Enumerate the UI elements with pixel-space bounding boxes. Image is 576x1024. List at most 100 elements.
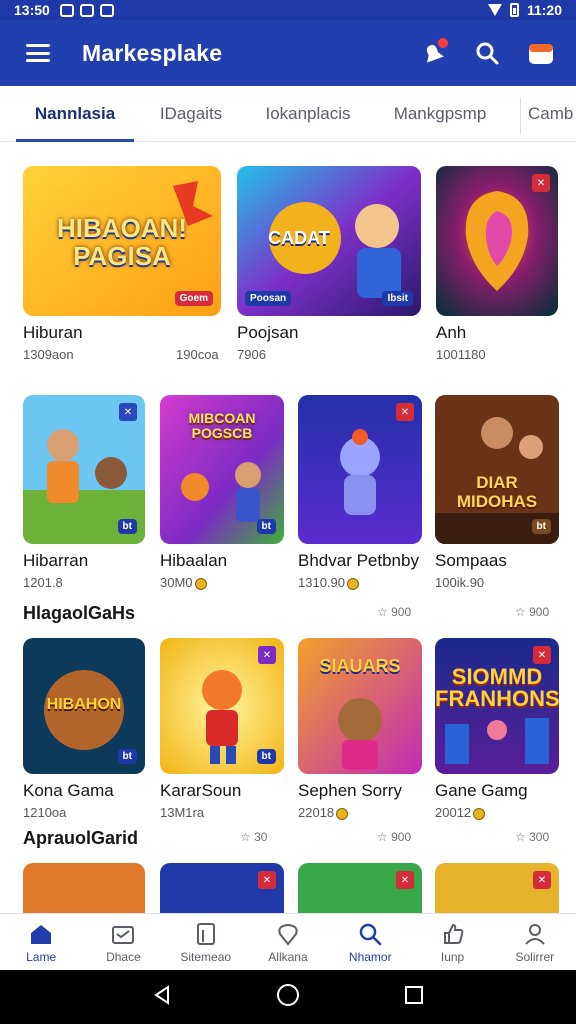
section-title: HlagaolGaHs <box>23 603 136 623</box>
tab-idagaits[interactable]: IDagaits <box>150 86 232 142</box>
nav-item-search[interactable]: Nhamor <box>329 914 411 970</box>
game-subtitle: 7906 <box>237 347 266 362</box>
nav-item-profile[interactable]: Solirrer <box>494 914 576 970</box>
game-logo: DIAR MIDOHAS <box>456 473 538 511</box>
wallet-icon <box>529 44 553 64</box>
notification-icon <box>59 3 74 17</box>
game-badge: bt <box>256 749 276 764</box>
game-card[interactable]: MIBCOAN POGSCB bt Hibaalan 30M0 <box>160 395 284 595</box>
game-title: Kona Gama <box>23 781 114 800</box>
coin-icon <box>473 807 486 820</box>
wallet-button[interactable] <box>526 38 556 68</box>
rating: ☆ 900 <box>377 605 412 619</box>
game-thumbnail: HIBAHON bt <box>23 638 145 774</box>
back-icon[interactable] <box>151 984 173 1011</box>
flag-icon: ✕ <box>396 403 414 421</box>
game-thumbnail: ✕ <box>436 166 558 316</box>
category-tabs: Nannlasia IDagaits Iokanplacis Mankgpsmp… <box>0 86 576 142</box>
game-card[interactable]: ✕ <box>298 863 422 913</box>
nav-item-store[interactable]: Sitemeao <box>165 914 247 970</box>
game-card[interactable]: ✕ bt KararSoun 13M1ra <box>160 638 284 828</box>
game-card[interactable]: ✕ <box>435 863 559 913</box>
game-card[interactable]: ✕ SIOMMD FRANHONS Gane Gamg 20012 <box>435 638 559 828</box>
nav-item-pin[interactable]: Allkana <box>247 914 329 970</box>
game-card[interactable]: HIBAOAN! PAGISA Goem Hiburan 1309aon 190… <box>23 166 221 366</box>
flag-icon: ✕ <box>258 871 276 889</box>
game-thumbnail: ✕ SIOMMD FRANHONS <box>435 638 559 774</box>
game-title: Sephen Sorry <box>298 781 402 800</box>
game-title: Hiburan <box>23 323 83 342</box>
message-icon <box>79 3 94 17</box>
game-card[interactable]: SIAUARS Sephen Sorry 22018 <box>298 638 422 828</box>
game-subtitle: 1310.90 <box>298 575 359 590</box>
rating: ☆ 30 <box>240 830 268 844</box>
notification-badge <box>438 38 448 48</box>
game-logo: SIAUARS <box>319 656 401 676</box>
game-thumbnail: ✕ <box>298 395 422 544</box>
game-logo: MIBCOAN POGSCB <box>188 410 256 441</box>
coin-icon <box>336 807 349 820</box>
tab-iokanplacis[interactable]: Iokanplacis <box>262 86 354 142</box>
game-thumbnail: ✕ bt <box>23 395 145 544</box>
game-grid: HIBAOAN! PAGISA Goem Hiburan 1309aon 190… <box>0 143 576 913</box>
game-card[interactable]: CADAT Poosan Ibsit Poojsan 7906 <box>237 166 421 366</box>
app-icon <box>99 3 114 17</box>
cart-icon <box>110 921 136 947</box>
game-card[interactable] <box>23 863 145 913</box>
game-title: Anh <box>436 323 467 342</box>
game-title: Hibarran <box>23 551 89 570</box>
game-thumbnail: SIAUARS <box>298 638 422 774</box>
game-extra: 190coa <box>176 347 219 362</box>
game-thumbnail: HIBAOAN! PAGISA Goem <box>23 166 221 316</box>
search-button[interactable] <box>472 38 502 68</box>
game-badge: Poosan <box>245 291 292 306</box>
game-thumbnail: ✕ <box>298 863 422 913</box>
game-badge: bt <box>117 749 137 764</box>
nav-item-cart[interactable]: Dhace <box>82 914 164 970</box>
coin-icon <box>347 577 359 590</box>
system-navigation <box>0 970 576 1024</box>
game-logo: CADAT <box>268 228 330 248</box>
flag-icon: ✕ <box>119 403 137 421</box>
game-subtitle: 13M1ra <box>160 805 205 820</box>
game-subtitle: 1201.8 <box>23 575 63 590</box>
game-subtitle: 22018 <box>298 805 349 820</box>
thumb-icon <box>440 921 466 947</box>
rating: ☆ 900 <box>377 830 412 844</box>
game-card[interactable]: ✕ Anh 1001180 <box>436 166 558 366</box>
rating: ☆ 900 <box>515 605 550 619</box>
game-thumbnail: MIBCOAN POGSCB bt <box>160 395 284 544</box>
search-icon <box>357 921 383 947</box>
game-subtitle: 1309aon <box>23 347 74 362</box>
flag-icon: ✕ <box>533 871 551 889</box>
nav-item-home[interactable]: Lame <box>0 914 82 970</box>
person-icon <box>522 921 548 947</box>
game-subtitle: 20012 <box>435 805 486 820</box>
game-card[interactable]: ✕ bt Hibarran 1201.8 <box>23 395 145 595</box>
game-card[interactable]: ✕ Bhdvar Petbnby 1310.90 <box>298 395 422 595</box>
game-title: Hibaalan <box>160 551 228 570</box>
tab-nannlasia[interactable]: Nannlasia <box>16 86 134 142</box>
battery-icon <box>509 3 519 17</box>
notification-button[interactable] <box>418 38 448 68</box>
store-icon <box>193 921 219 947</box>
game-thumbnail: DIAR MIDOHAS bt <box>435 395 559 544</box>
status-right-text: 11:20 <box>526 2 562 18</box>
game-logo: HIBAOAN! PAGISA <box>57 213 187 271</box>
tab-camb[interactable]: Camb <box>528 86 576 142</box>
bottom-navigation: Lame Dhace Sitemeao Allkana Nhamor Iunp … <box>0 913 576 970</box>
game-badge: Ibsit <box>382 291 413 306</box>
home-circle-icon[interactable] <box>276 983 300 1012</box>
tab-mankgpsmp[interactable]: Mankgpsmp <box>388 86 492 142</box>
game-subtitle: 100ik.90 <box>435 575 485 590</box>
menu-icon[interactable] <box>26 44 50 62</box>
search-icon <box>476 42 499 65</box>
recents-icon[interactable] <box>403 984 425 1011</box>
game-badge: bt <box>117 519 137 534</box>
game-card[interactable]: HIBAHON bt Kona Gama 1210oa <box>23 638 145 828</box>
game-card[interactable]: ✕ <box>160 863 284 913</box>
game-title: Gane Gamg <box>435 781 528 800</box>
nav-item-thumb[interactable]: Iunp <box>411 914 493 970</box>
game-card[interactable]: DIAR MIDOHAS bt Sompaas 100ik.90 <box>435 395 559 595</box>
game-logo: SIOMMD FRANHONS <box>435 664 559 711</box>
